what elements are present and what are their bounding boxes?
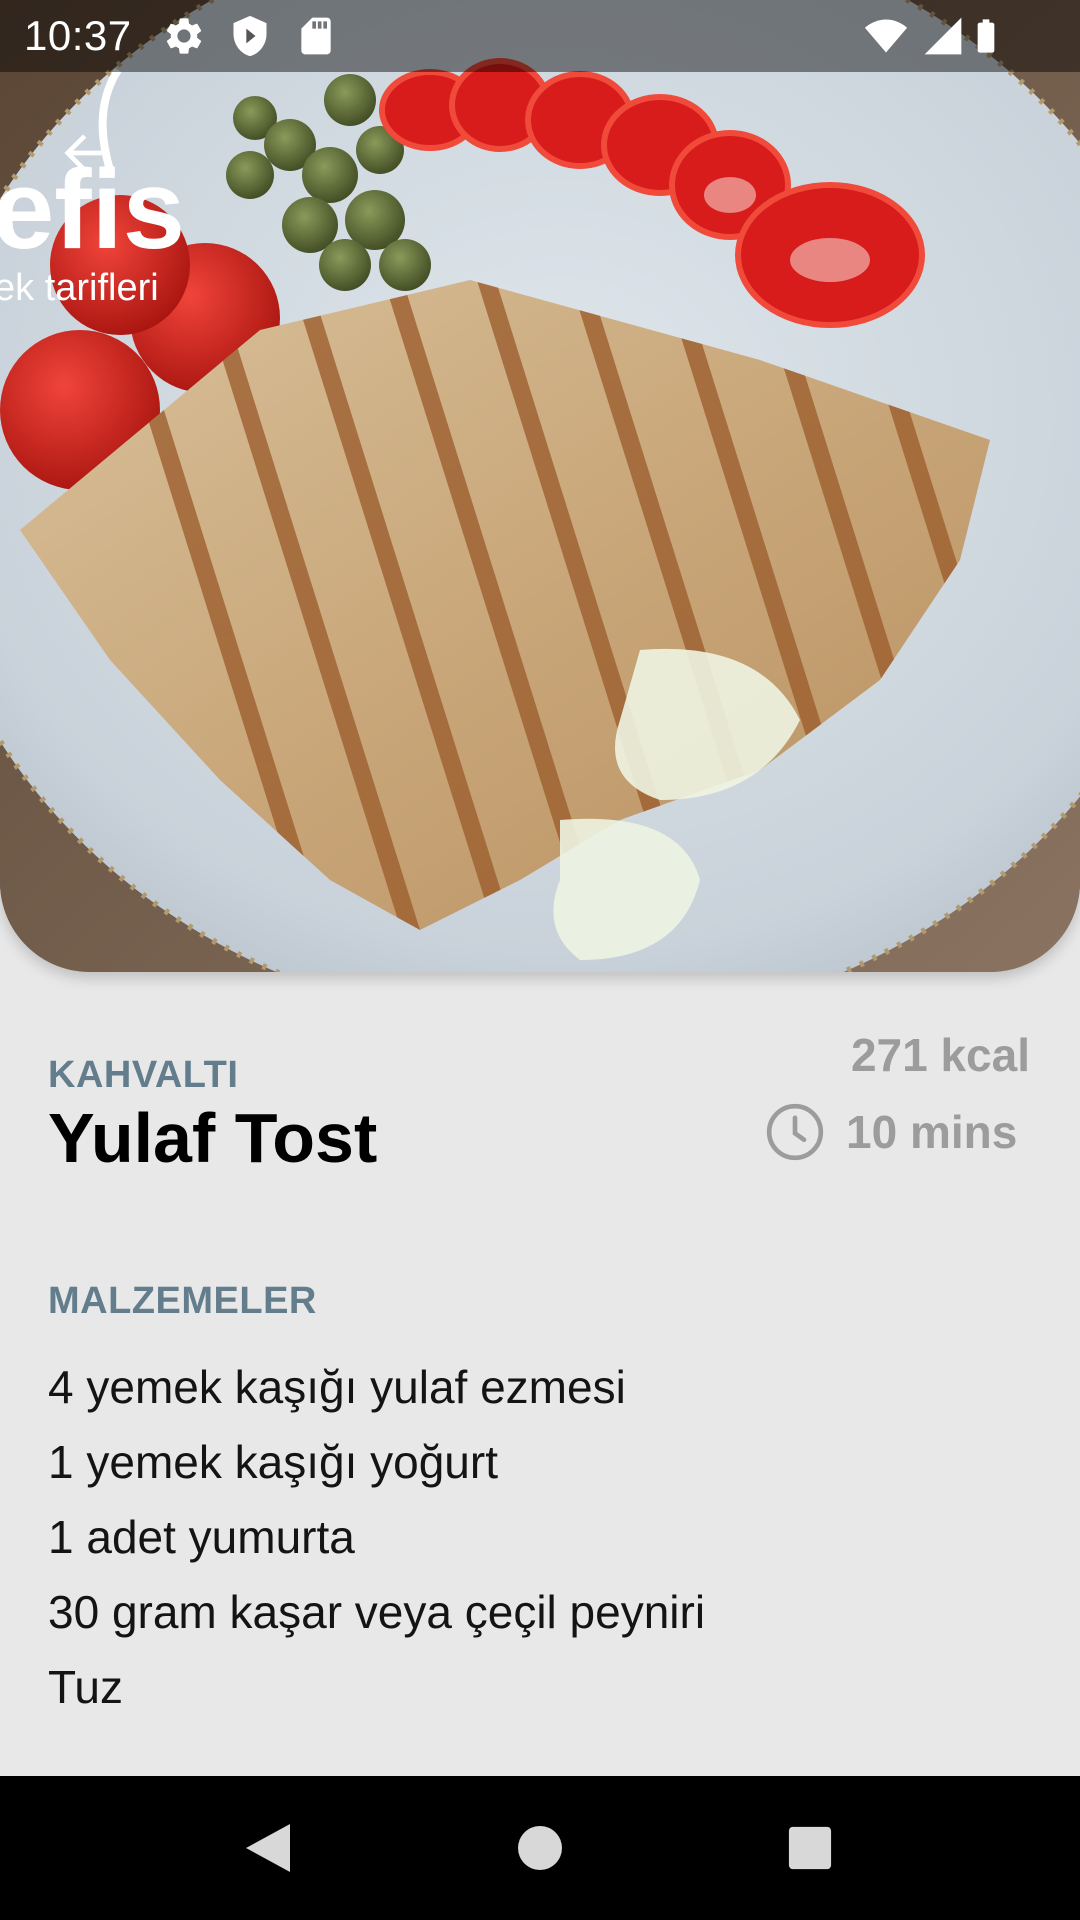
watermark-sub-text: ek tarifleri [0,267,159,309]
ingredient-item: 4 yemek kaşığı yulaf ezmesi [48,1361,626,1413]
nav-back-triangle-icon [246,1824,290,1872]
recipe-time-row: 10 mins [764,1098,1017,1166]
ingredient-item: Tuz [48,1661,123,1713]
ingredient-item: 30 gram kaşar veya çeçil peyniri [48,1586,706,1638]
recipe-category: KAHVALTI [48,1054,239,1096]
battery-icon [977,19,995,53]
ingredients-list: 4 yemek kaşığı yulaf ezmesi 1 yemek kaşı… [48,1350,1028,1725]
nav-recents-square-icon [788,1826,832,1870]
sd-card-icon [301,17,331,55]
nav-home-button[interactable] [480,1776,600,1920]
recipe-title: Yulaf Tost [48,1099,378,1177]
nav-home-circle-icon [518,1826,562,1870]
recipe-calories: 271 kcal [850,1029,1030,1081]
recipe-detail-screen: efis ek tarifleri 10:37 KAHVALTI Yulaf T… [0,0,1080,1920]
navigation-bar [0,1776,1080,1920]
back-button[interactable] [48,118,118,188]
recipe-time: 10 mins [846,1106,1018,1158]
shield-icon [233,15,267,57]
wifi-icon [864,19,908,53]
settings-icon [166,18,202,54]
ingredient-item: 1 adet yumurta [48,1511,355,1563]
signal-icon [924,17,962,55]
recipe-hero-image: efis ek tarifleri [0,0,1080,972]
ingredients-heading: MALZEMELER [48,1280,317,1322]
status-time: 10:37 [24,12,132,59]
nav-back-button[interactable] [208,1776,328,1920]
clock-icon [766,1103,824,1161]
ingredient-item: 1 yemek kaşığı yoğurt [48,1436,498,1488]
nav-recents-button[interactable] [750,1776,870,1920]
status-bar: 10:37 [0,0,1080,72]
arrow-back-icon [64,134,102,172]
